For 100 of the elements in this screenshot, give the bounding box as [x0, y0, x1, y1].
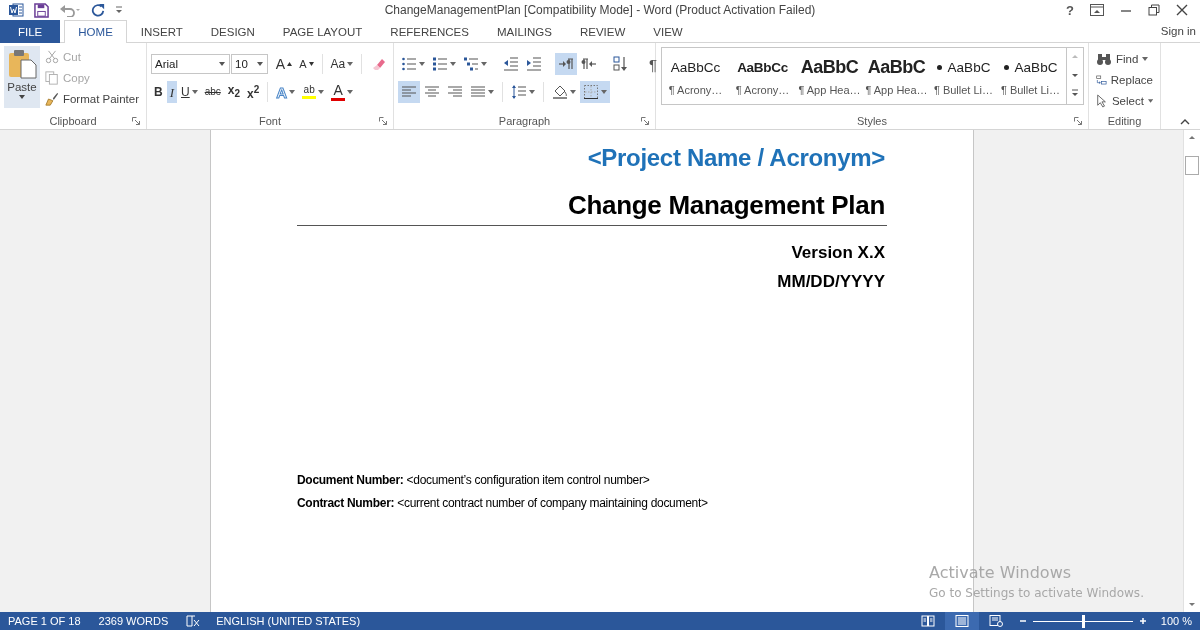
language-indicator[interactable]: ENGLISH (UNITED STATES) — [216, 615, 361, 627]
left-to-right-icon — [558, 56, 574, 72]
proofing-icon[interactable] — [186, 615, 201, 627]
word-logo-icon[interactable] — [8, 2, 24, 18]
ribbon-tab[interactable]: HOME — [64, 20, 127, 43]
zoom-level[interactable]: 100 % — [1160, 615, 1192, 627]
borders-button[interactable] — [580, 81, 610, 103]
italic-button[interactable]: I — [166, 81, 177, 103]
caret-icon — [18, 95, 25, 99]
numbered-list-icon — [432, 56, 448, 72]
caret-icon — [450, 62, 456, 66]
scrollbar[interactable] — [1183, 130, 1200, 612]
dialog-launcher-icon[interactable] — [1074, 117, 1082, 125]
clipboard-icon — [6, 49, 37, 79]
page-count[interactable]: PAGE 1 OF 18 — [8, 615, 81, 627]
sign-in-link[interactable]: Sign in — [1160, 25, 1200, 37]
close-icon[interactable] — [1176, 4, 1188, 16]
find-button[interactable]: Find — [1093, 48, 1156, 69]
document-title: Change Management Plan — [567, 190, 885, 221]
dialog-launcher-icon[interactable] — [641, 117, 649, 125]
word-count[interactable]: 2369 WORDS — [98, 615, 169, 627]
underline-button[interactable]: U — [178, 81, 201, 103]
superscript-button[interactable]: x$^{2}$ — [244, 81, 263, 103]
save-icon[interactable] — [34, 2, 49, 18]
format-painter-button[interactable]: Format Painter — [41, 88, 142, 109]
date-text: MM/DD/YYYY — [777, 272, 885, 292]
style-item[interactable]: AaBbCc ¶ Acrony… — [729, 48, 796, 104]
ribbon-tab[interactable]: PAGE LAYOUT — [268, 20, 377, 43]
up-caret-icon — [287, 62, 293, 66]
ribbon-tab[interactable]: FILE — [0, 20, 61, 43]
caret-icon — [318, 90, 325, 94]
paintbrush-icon — [44, 91, 59, 106]
grow-button[interactable]: A — [272, 53, 296, 75]
undo-icon[interactable] — [59, 3, 81, 17]
font-name-field[interactable]: Arial — [151, 54, 230, 74]
strike-button[interactable]: abc — [201, 81, 224, 103]
caret-icon — [488, 90, 494, 94]
caret-icon — [1147, 98, 1153, 103]
scroll-thumb[interactable] — [1185, 156, 1199, 175]
style-item[interactable]: AaBbC ¶ App Hea… — [863, 48, 930, 104]
caret-icon — [219, 62, 225, 66]
select-button[interactable]: Select — [1093, 90, 1156, 111]
print-view-button[interactable] — [944, 612, 979, 630]
ribbon-tab[interactable]: MAILINGS — [482, 20, 566, 43]
style-item[interactable]: AaBbC ¶ Bullet Li… — [997, 48, 1064, 104]
collapse-ribbon-icon[interactable] — [1180, 119, 1190, 125]
restore-icon[interactable] — [1148, 4, 1160, 16]
paste-button[interactable]: Paste — [4, 46, 40, 108]
align-center-icon — [424, 84, 440, 100]
binoculars-icon — [1096, 51, 1112, 66]
caret-icon — [347, 62, 354, 66]
ribbon-display-icon[interactable] — [1090, 4, 1104, 16]
bold-button[interactable]: B — [151, 81, 166, 103]
ribbon-tab[interactable]: DESIGN — [196, 20, 269, 43]
style-item[interactable]: AaBbC ¶ App Hea… — [796, 48, 863, 104]
caret-icon — [256, 62, 263, 66]
caret-icon — [419, 62, 425, 66]
cursor-icon — [1096, 92, 1108, 109]
zoom-in-icon[interactable] — [1138, 617, 1147, 625]
ltr-button[interactable] — [555, 53, 577, 75]
activation-hint: Go to Settings to activate Windows. — [929, 586, 1144, 600]
caret-icon — [191, 90, 198, 94]
font-color-button[interactable]: A — [328, 81, 357, 103]
highlight-button[interactable]: ab — [299, 81, 328, 103]
ribbon-tab[interactable]: REFERENCES — [376, 20, 483, 43]
style-item[interactable]: AaBbC ¶ Bullet Li… — [930, 48, 997, 104]
dialog-launcher-icon[interactable] — [379, 117, 387, 125]
zoom-out-icon[interactable] — [1018, 617, 1027, 625]
caret-icon — [570, 90, 576, 94]
font-size-field[interactable]: 10 — [231, 54, 268, 74]
ribbon-tab[interactable]: INSERT — [126, 20, 197, 43]
help-button[interactable]: ? — [1066, 2, 1074, 18]
style-item[interactable]: AaBbCc ¶ Acrony… — [662, 48, 729, 104]
align-left-icon — [401, 84, 417, 100]
caret-icon — [347, 90, 354, 94]
group-label: Clipboard — [49, 115, 97, 127]
redo-icon[interactable] — [91, 3, 105, 17]
zoom-thumb[interactable] — [1081, 614, 1085, 628]
web-layout-icon — [988, 615, 1003, 627]
paint-bucket-icon — [552, 84, 568, 100]
show-marks-button[interactable]: ¶ — [642, 53, 664, 75]
version-text: Version X.X — [791, 243, 885, 263]
subscript-button[interactable]: x$_{2}$ — [224, 81, 244, 103]
bullet-list-icon — [401, 56, 417, 72]
caret-icon — [481, 62, 487, 66]
project-name: <Project Name / Acronym> — [587, 144, 885, 172]
caret-icon — [1142, 56, 1149, 61]
right-to-left-icon — [581, 56, 597, 72]
shrink-button[interactable]: A — [296, 53, 317, 75]
caret-icon — [601, 90, 607, 94]
book-icon — [920, 615, 935, 627]
replace-button[interactable]: Replace — [1093, 69, 1156, 90]
caret-icon — [289, 90, 296, 94]
group-label: Paragraph — [498, 115, 551, 127]
change-case-button[interactable]: Aa — [327, 53, 357, 75]
ribbon-tab[interactable]: VIEW — [639, 20, 697, 43]
customize-icon[interactable] — [115, 5, 123, 15]
ribbon-tab[interactable]: REVIEW — [565, 20, 640, 43]
dialog-launcher-icon[interactable] — [132, 117, 140, 125]
multilevel-list-icon — [463, 56, 479, 72]
